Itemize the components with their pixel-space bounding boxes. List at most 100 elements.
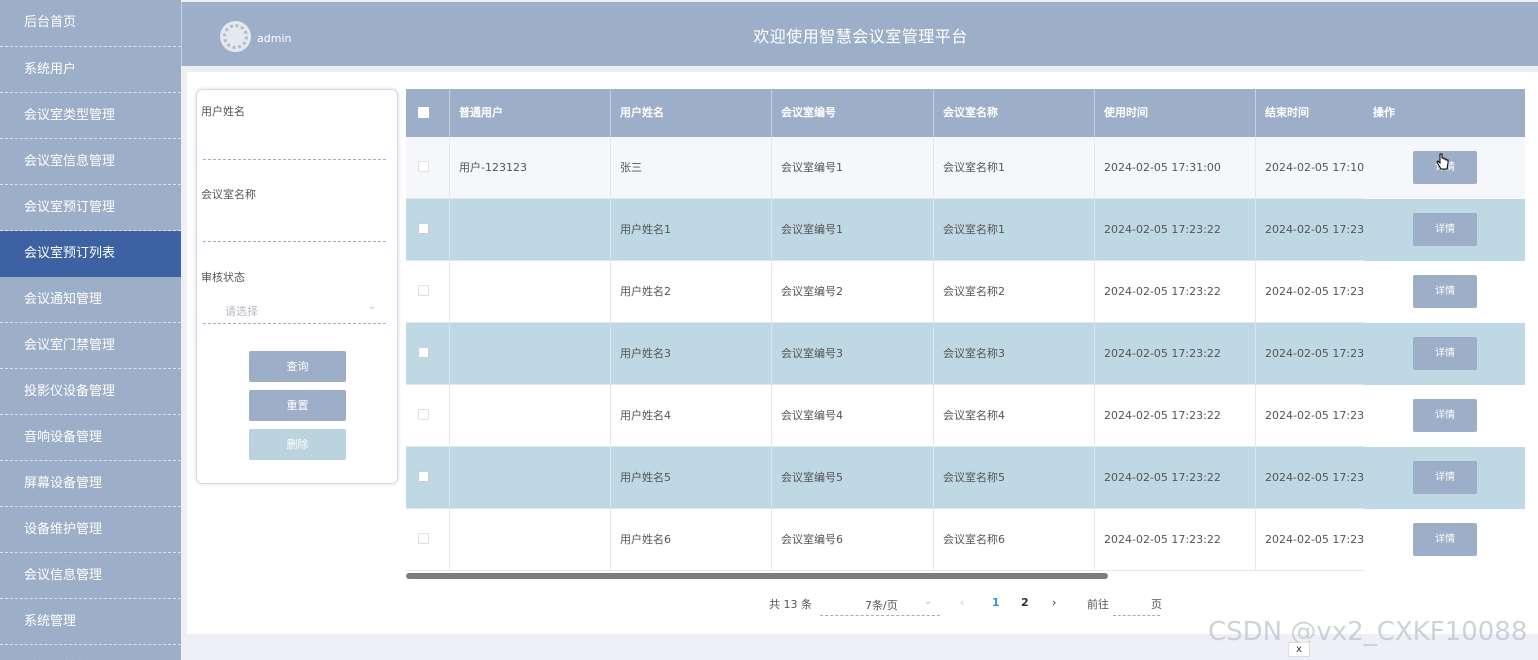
detail-button[interactable]: 详情 <box>1413 399 1477 432</box>
row-select-cell <box>406 385 450 447</box>
cell-name: 张三 <box>611 137 772 199</box>
row-checkbox[interactable] <box>418 285 429 296</box>
cell-start-time: 2024-02-05 17:23:22 <box>1095 385 1256 447</box>
cell-start-time: 2024-02-05 17:23:22 <box>1095 323 1256 385</box>
cell-user <box>450 199 611 261</box>
table-row[interactable]: 用户姓名4 会议室编号4 会议室名称4 2024-02-05 17:23:22 2024… <box>406 385 1525 447</box>
actions-cell: 详情 <box>1364 137 1525 199</box>
table-row[interactable]: 用户姓名6 会议室编号6 会议室名称6 2024-02-05 17:23:22 2024… <box>406 509 1525 571</box>
detail-button[interactable]: 详情 <box>1413 337 1477 370</box>
review-status-placeholder: 请选择 <box>225 305 258 318</box>
row-checkbox[interactable] <box>418 347 429 358</box>
row-select-cell <box>406 137 450 199</box>
cell-start-time: 2024-02-05 17:23:22 <box>1095 199 1256 261</box>
delete-button[interactable]: 删除 <box>249 429 346 460</box>
cell-user <box>450 323 611 385</box>
table-row[interactable]: 用户姓名5 会议室编号5 会议室名称5 2024-02-05 17:23:22 2024… <box>406 447 1525 509</box>
page-title: 欢迎使用智慧会议室管理平台 <box>753 27 968 46</box>
row-checkbox[interactable] <box>418 223 429 234</box>
actions-cell: 详情 <box>1364 385 1525 447</box>
page-size-select[interactable]: 7条/页 ⌄ <box>820 590 940 616</box>
cell-user: 用户-123123 <box>450 137 611 199</box>
cell-room-no: 会议室编号2 <box>772 261 934 323</box>
table-row[interactable]: 用户姓名3 会议室编号3 会议室名称3 2024-02-05 17:23:22 2024… <box>406 323 1525 385</box>
actions-cell: 详情 <box>1364 509 1525 571</box>
cell-name: 用户姓名4 <box>611 385 772 447</box>
column-header-user: 普通用户 <box>450 89 611 137</box>
table-header: 普通用户 用户姓名 会议室编号 会议室名称 使用时间 结束时间 <box>406 89 1525 137</box>
pagination-total: 共 13 条 <box>769 598 812 611</box>
sidebar-item-13[interactable]: 系统管理 <box>0 599 181 645</box>
cell-name: 用户姓名2 <box>611 261 772 323</box>
review-status-select[interactable]: 请选择 ⌄ <box>203 298 386 324</box>
column-header-name: 用户姓名 <box>611 89 772 137</box>
close-icon[interactable]: x <box>1288 642 1310 657</box>
sidebar-item-2[interactable]: 会议室类型管理 <box>0 93 181 139</box>
watermark: CSDN @vx2_CXKF10088 <box>1208 617 1528 647</box>
actions-cell: 详情 <box>1364 199 1525 261</box>
table-row[interactable]: 用户-123123 张三 会议室编号1 会议室名称1 2024-02-05 17:31:… <box>406 137 1525 199</box>
detail-button[interactable]: 详情 <box>1413 461 1477 494</box>
sidebar-item-10[interactable]: 屏幕设备管理 <box>0 461 181 507</box>
row-select-cell <box>406 199 450 261</box>
sidebar-item-9[interactable]: 音响设备管理 <box>0 415 181 461</box>
booking-table: 普通用户 用户姓名 会议室编号 会议室名称 使用时间 结束时间 操作 用户-12… <box>406 89 1525 573</box>
sidebar-item-12[interactable]: 会议信息管理 <box>0 553 181 599</box>
column-header-actions: 操作 <box>1364 89 1525 137</box>
cell-start-time: 2024-02-05 17:31:00 <box>1095 137 1256 199</box>
cell-name: 用户姓名6 <box>611 509 772 571</box>
row-select-cell <box>406 509 450 571</box>
sidebar-item-3[interactable]: 会议室信息管理 <box>0 139 181 185</box>
cell-room-no: 会议室编号1 <box>772 199 934 261</box>
cell-room-no: 会议室编号5 <box>772 447 934 509</box>
cell-room-no: 会议室编号6 <box>772 509 934 571</box>
detail-button[interactable]: 详情 <box>1413 213 1477 246</box>
column-header-room-no: 会议室编号 <box>772 89 934 137</box>
sidebar-item-1[interactable]: 系统用户 <box>0 47 181 93</box>
sidebar-item-7[interactable]: 会议室门禁管理 <box>0 323 181 369</box>
row-select-cell <box>406 447 450 509</box>
username-filter-label: 用户姓名 <box>201 105 245 118</box>
page-size-value: 7条/页 <box>865 599 898 612</box>
sidebar-item-6[interactable]: 会议通知管理 <box>0 277 181 323</box>
sidebar-item-4[interactable]: 会议室预订管理 <box>0 185 181 231</box>
page-number-2[interactable]: 2 <box>1021 596 1029 609</box>
select-all-cell <box>406 89 450 137</box>
review-status-filter-label: 审核状态 <box>201 271 245 284</box>
sidebar-item-0[interactable]: 后台首页 <box>0 0 181 47</box>
cell-start-time: 2024-02-05 17:23:22 <box>1095 447 1256 509</box>
row-checkbox[interactable] <box>418 409 429 420</box>
cell-room-name: 会议室名称5 <box>934 447 1095 509</box>
room-name-filter-label: 会议室名称 <box>201 188 256 201</box>
page-number-1[interactable]: 1 <box>992 596 1000 609</box>
cell-room-name: 会议室名称6 <box>934 509 1095 571</box>
chevron-right-icon[interactable]: › <box>1052 596 1056 609</box>
sidebar-item-5[interactable]: 会议室预订列表 <box>0 231 181 277</box>
detail-button[interactable]: 详情 <box>1413 275 1477 308</box>
table-row[interactable]: 用户姓名1 会议室编号1 会议室名称1 2024-02-05 17:23:22 2024… <box>406 199 1525 261</box>
sidebar: 后台首页 系统用户 会议室类型管理 会议室信息管理 会议室预订管理 会议室预订列表 会议通知… <box>0 0 181 660</box>
page-suffix-label: 页 <box>1151 598 1162 611</box>
row-checkbox[interactable] <box>418 533 429 544</box>
cell-room-name: 会议室名称2 <box>934 261 1095 323</box>
sidebar-item-11[interactable]: 设备维护管理 <box>0 507 181 553</box>
select-all-checkbox[interactable] <box>418 107 429 118</box>
chevron-left-icon[interactable]: ‹ <box>960 596 964 609</box>
room-name-filter-input[interactable] <box>203 216 386 242</box>
actions-cell: 详情 <box>1364 261 1525 323</box>
table-row[interactable]: 用户姓名2 会议室编号2 会议室名称2 2024-02-05 17:23:22 2024… <box>406 261 1525 323</box>
username-filter-input[interactable] <box>203 134 386 160</box>
query-button[interactable]: 查询 <box>249 351 346 382</box>
cell-room-name: 会议室名称1 <box>934 199 1095 261</box>
row-checkbox[interactable] <box>418 471 429 482</box>
detail-button[interactable]: 详情 <box>1413 523 1477 556</box>
cell-room-name: 会议室名称3 <box>934 323 1095 385</box>
cell-room-no: 会议室编号3 <box>772 323 934 385</box>
sidebar-item-8[interactable]: 投影仪设备管理 <box>0 369 181 415</box>
sidebar-item-14[interactable]: 通知公告管理 <box>0 645 181 660</box>
row-checkbox[interactable] <box>418 161 429 172</box>
reset-button[interactable]: 重置 <box>249 390 346 421</box>
horizontal-scrollbar[interactable] <box>406 573 1108 579</box>
cell-start-time: 2024-02-05 17:23:22 <box>1095 261 1256 323</box>
actions-cell: 详情 <box>1364 323 1525 385</box>
